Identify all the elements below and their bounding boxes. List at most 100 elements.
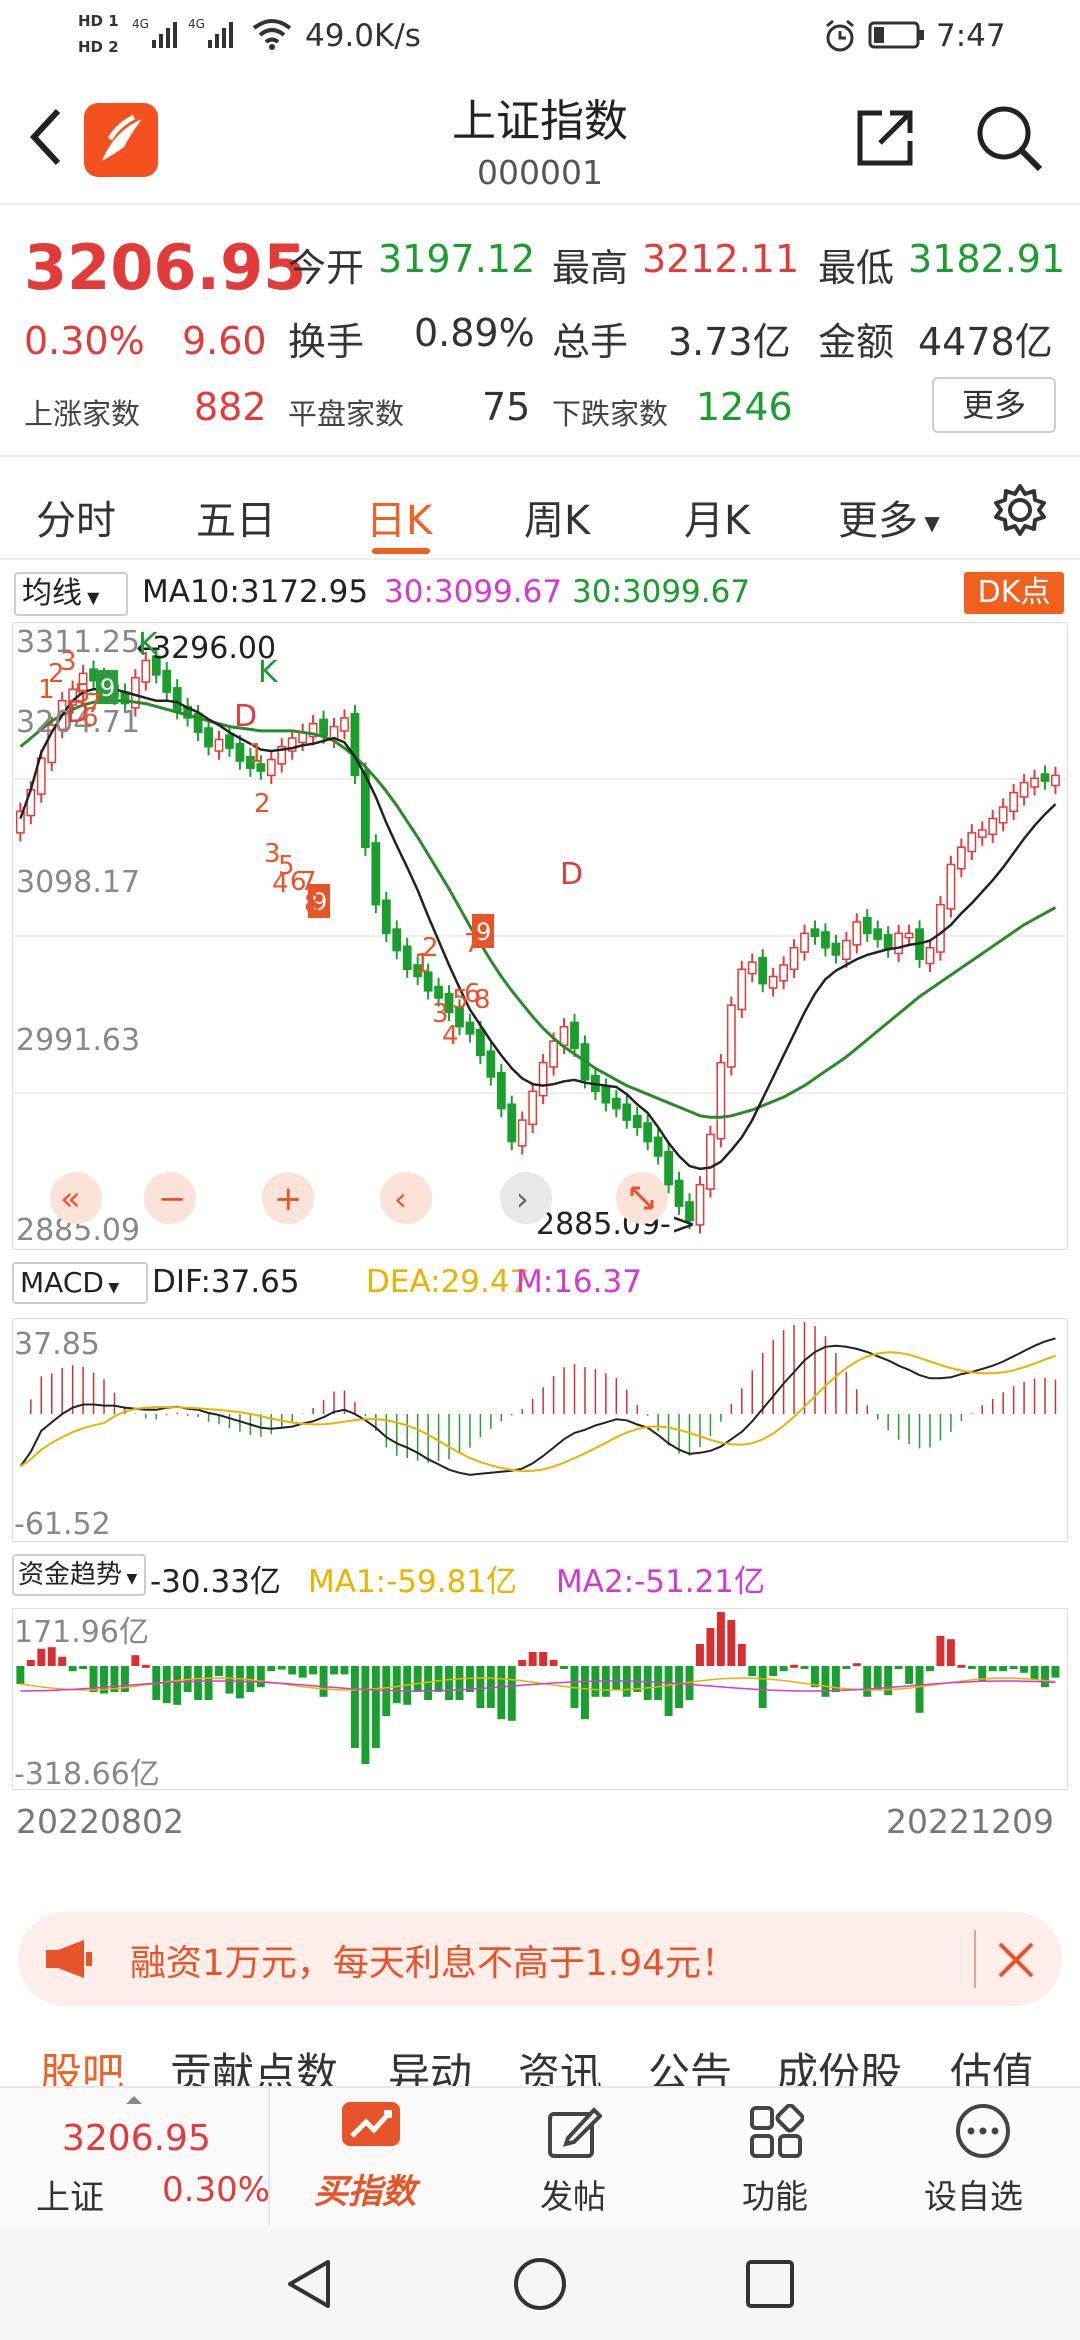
fund-bar: [695, 1644, 704, 1666]
chevron-right-icon: ›: [516, 1180, 529, 1218]
fund-bar: [758, 1666, 767, 1708]
low-marker-label: 2885.09->: [536, 1207, 696, 1242]
candle: [1009, 791, 1019, 813]
mini-quote[interactable]: 3206.95 上证 0.30%: [0, 2088, 270, 2226]
turnover-value: 0.89%: [414, 311, 535, 355]
fund-ma1-legend: MA1:-59.81亿: [308, 1564, 518, 1600]
y-tick-label: 2991.63: [16, 1023, 140, 1058]
y-tick-label: 37.85: [14, 1327, 100, 1362]
last-price: 3206.95: [24, 231, 307, 304]
ma10-legend: MA10:3172.95: [142, 574, 369, 610]
m-legend: M:16.37: [516, 1264, 642, 1300]
macd-select[interactable]: MACD ▼: [12, 1262, 148, 1304]
macd-chart: 37.85 -61.52: [12, 1318, 1068, 1542]
tab-forum[interactable]: 股吧: [40, 2040, 124, 2086]
post-label: 发帖: [540, 2177, 606, 2216]
tab-intraday[interactable]: 分时: [36, 488, 116, 546]
candlestick-chart[interactable]: 3311.25 3204.71 3098.17 2991.63 2885.09 …: [12, 622, 1068, 1250]
candle: [1030, 777, 1039, 788]
candle: [758, 957, 768, 985]
fund-bar: [779, 1666, 788, 1672]
candle: [601, 1086, 611, 1104]
more-button[interactable]: 更多: [932, 377, 1056, 433]
megaphone-icon: [46, 1940, 92, 1978]
fund-bar: [58, 1656, 67, 1666]
candle: [402, 945, 412, 971]
trade-index-button[interactable]: 买指数: [290, 2088, 450, 2226]
wifi-icon: [252, 19, 292, 50]
fund-bar: [915, 1666, 924, 1713]
chevron-left-icon: ‹: [394, 1180, 407, 1218]
add-watchlist-button[interactable]: 设自选: [912, 2088, 1062, 2226]
tab-contribution[interactable]: 贡献点数: [170, 2040, 338, 2086]
candle: [810, 928, 820, 937]
settings-gear-icon[interactable]: [992, 482, 1048, 538]
fund-select[interactable]: 资金趋势 ▼: [12, 1554, 146, 1596]
tab-announcement[interactable]: 公告: [648, 2040, 732, 2086]
svg-text:4: 4: [442, 1021, 459, 1051]
fund-bar: [821, 1666, 830, 1697]
candle: [266, 758, 276, 777]
candle: [1019, 781, 1029, 798]
change-value: 9.60: [182, 319, 267, 363]
tab-news[interactable]: 资讯: [518, 2040, 602, 2086]
tab-weekly-k[interactable]: 周K: [524, 488, 590, 546]
d-signal-icon: D: [234, 699, 257, 734]
candle: [643, 1122, 653, 1143]
candle: [873, 928, 883, 940]
content-tabs: 股吧 贡献点数 异动 资讯 公告 成份股 估值: [0, 2018, 1080, 2086]
system-nav-bar: [0, 2226, 1080, 2340]
tab-more[interactable]: 更多 ▼: [838, 488, 940, 546]
tab-daily-k[interactable]: 日K: [366, 488, 432, 546]
back-arrow-icon[interactable]: [24, 105, 68, 169]
tab-valuation[interactable]: 估值: [950, 2040, 1034, 2086]
hd1-indicator: HD 1: [78, 12, 119, 30]
clock: 7:47: [936, 18, 1006, 54]
nav-recents-icon[interactable]: [744, 2258, 796, 2310]
nav-home-icon[interactable]: [512, 2256, 568, 2312]
promo-banner[interactable]: 融资1万元，每天利息不高于1.94元！: [18, 1912, 1062, 2006]
fund-bar: [194, 1666, 203, 1700]
x-end-label: 20221209: [886, 1802, 1054, 1841]
more-dots-icon: [956, 2104, 1010, 2158]
banner-text: 融资1万元，每天利息不高于1.94元！: [130, 1943, 738, 1984]
search-icon[interactable]: [972, 101, 1046, 175]
candle: [862, 916, 872, 935]
candle: [162, 669, 172, 693]
candle: [925, 946, 935, 965]
fund-bar: [1051, 1666, 1060, 1678]
candle: [434, 985, 443, 999]
candle: [998, 806, 1008, 824]
tab-constituents[interactable]: 成份股: [776, 2040, 902, 2086]
candle: [340, 717, 349, 732]
nav-back-icon[interactable]: [282, 2256, 336, 2312]
fund-bar: [16, 1666, 25, 1684]
fund-bar: [926, 1666, 934, 1672]
low-value: 3182.91: [908, 237, 1066, 281]
tab-monthly-k[interactable]: 月K: [684, 488, 750, 546]
amount-label: 金额: [818, 320, 895, 364]
fund-bar: [1009, 1666, 1018, 1669]
candle: [936, 903, 945, 953]
tab-movement[interactable]: 异动: [388, 2040, 472, 2086]
svg-text:3: 3: [60, 647, 77, 677]
volume-label: 总手: [552, 320, 629, 364]
fund-bar: [1020, 1666, 1029, 1673]
candle: [894, 932, 904, 955]
dk-points-button[interactable]: DK点: [964, 572, 1064, 614]
close-icon[interactable]: [994, 1938, 1038, 1982]
post-button[interactable]: 发帖: [510, 2088, 640, 2226]
down-count-label: 下跌家数: [552, 397, 669, 431]
candle: [570, 1021, 579, 1050]
fund-bar: [769, 1666, 778, 1676]
tab-more-label: 更多: [838, 498, 918, 544]
fund-bar: [445, 1666, 454, 1700]
candle: [747, 961, 757, 975]
function-button[interactable]: 功能: [710, 2088, 840, 2226]
candle: [664, 1150, 674, 1186]
y-tick-label: 3098.17: [16, 865, 140, 900]
ma-select[interactable]: 均线 ▼: [14, 572, 128, 616]
dropdown-arrow-icon: ▼: [82, 588, 100, 607]
share-icon[interactable]: [852, 105, 918, 171]
tab-five-day[interactable]: 五日: [196, 488, 276, 546]
